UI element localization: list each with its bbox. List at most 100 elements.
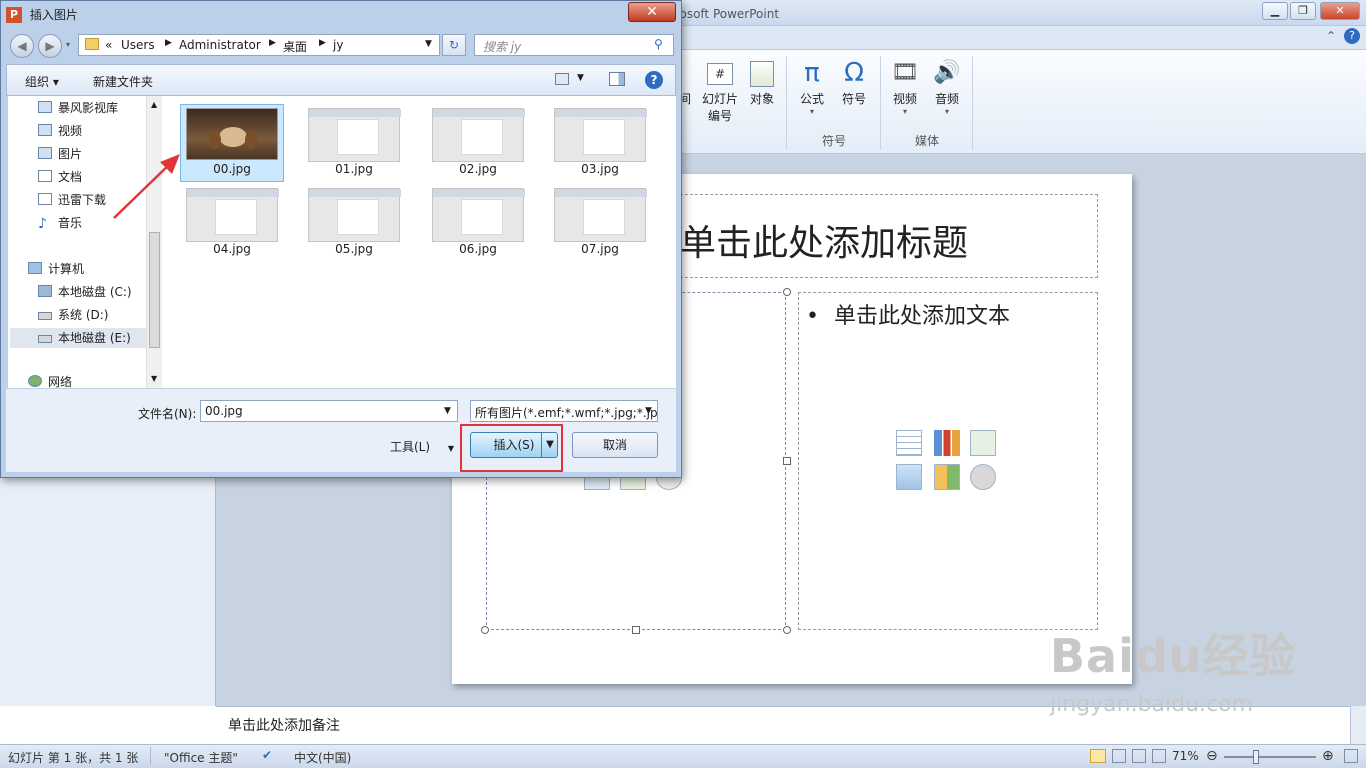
image-thumbnail[interactable] [308, 188, 401, 242]
video-folder-icon [38, 124, 52, 136]
nav-item[interactable]: ♪ 音乐 [38, 213, 82, 233]
zoom-slider-thumb[interactable] [1253, 750, 1259, 764]
breadcrumb-separator-icon[interactable]: ▶ [319, 38, 326, 48]
ribbon-button-audio[interactable]: 🔊 音频 ▾ [926, 56, 968, 116]
image-thumbnail[interactable] [308, 108, 401, 162]
nav-item[interactable]: 图片 [38, 144, 82, 164]
reading-view-icon[interactable] [1132, 749, 1146, 763]
chevron-down-icon[interactable]: ▼ [645, 406, 652, 416]
ribbon-button-slide-number[interactable]: # 幻灯片 编号 [696, 56, 744, 124]
filetype-select[interactable]: 所有图片(*.emf;*.wmf;*.jpg;*.jpeg;*.jfif;*.p… [470, 400, 658, 422]
ribbon-separator [786, 56, 787, 150]
nav-item[interactable]: 计算机 [28, 259, 84, 279]
help-icon[interactable]: ? [645, 71, 663, 89]
status-separator [150, 747, 151, 765]
nav-scrollbar[interactable]: ▲ ▼ [146, 96, 162, 388]
insert-smartart-icon[interactable] [970, 430, 996, 456]
file-name: 05.jpg [335, 242, 373, 256]
body-placeholder-text: • 单击此处添加文本 [806, 304, 1010, 329]
cancel-button[interactable]: 取消 [572, 432, 658, 458]
slide-count: 幻灯片 第 1 张，共 1 张 [8, 751, 139, 765]
scroll-up-icon[interactable]: ▲ [151, 100, 157, 109]
content-placeholder-right[interactable] [798, 292, 1098, 630]
resize-handle[interactable] [783, 288, 791, 296]
normal-view-icon[interactable] [1090, 749, 1106, 763]
scrollbar-thumb[interactable] [149, 232, 160, 348]
refresh-button[interactable]: ↻ [442, 34, 466, 56]
insert-picture-icon[interactable] [896, 464, 922, 490]
breadcrumb-overflow[interactable]: « [105, 38, 112, 52]
zoom-out-icon[interactable]: ⊖ [1206, 748, 1218, 764]
ribbon-button-object[interactable]: 对象 [744, 56, 780, 107]
breadcrumb-separator-icon[interactable]: ▶ [165, 38, 172, 48]
collapse-ribbon-icon[interactable]: ⌃ [1326, 29, 1336, 43]
file-list: 00.jpg 01.jpg 02.jpg 03.jpg 04.jpg 05.jp… [162, 96, 676, 388]
insert-chart-icon[interactable] [934, 430, 960, 456]
close-button[interactable]: ✕ [1320, 2, 1360, 20]
insert-clipart-icon[interactable] [934, 464, 960, 490]
file-name: 01.jpg [335, 162, 373, 176]
dialog-close-button[interactable]: ✕ [628, 2, 676, 22]
scroll-down-icon[interactable]: ▼ [151, 374, 157, 383]
help-icon[interactable]: ? [1344, 28, 1360, 44]
filename-label: 文件名(N): [138, 407, 197, 421]
recent-locations-dropdown[interactable]: ▾ [66, 40, 70, 49]
resize-handle[interactable] [783, 626, 791, 634]
breadcrumb-item[interactable]: 桌面 [283, 38, 307, 55]
dialog-titlebar: P 插入图片 [6, 0, 78, 28]
insert-table-icon[interactable] [896, 430, 922, 456]
ribbon-button-video[interactable]: 🎞 视频 ▾ [884, 56, 926, 116]
organize-menu[interactable]: 组织 ▾ [25, 73, 59, 90]
dialog-title: 插入图片 [29, 7, 78, 22]
spell-check-icon[interactable]: ✔ [262, 748, 272, 762]
slide-sorter-icon[interactable] [1112, 749, 1126, 763]
zoom-level[interactable]: 71% [1172, 749, 1199, 763]
restore-button[interactable]: ❐ [1290, 2, 1316, 20]
nav-item-selected[interactable]: 本地磁盘 (E:) [10, 328, 146, 348]
resize-handle[interactable] [632, 626, 640, 634]
filename-input[interactable]: 00.jpg [200, 400, 458, 422]
nav-item[interactable]: 文档 [38, 167, 82, 187]
resize-handle[interactable] [783, 457, 791, 465]
drive-icon [38, 285, 52, 297]
nav-item[interactable]: 网络 [28, 372, 72, 388]
zoom-slider[interactable] [1224, 756, 1316, 758]
zoom-in-icon[interactable]: ⊕ [1322, 748, 1334, 764]
image-thumbnail[interactable] [186, 188, 279, 242]
fit-to-window-icon[interactable] [1344, 749, 1358, 763]
preview-pane-icon[interactable] [609, 72, 625, 86]
view-options-icon[interactable] [555, 73, 569, 85]
search-icon[interactable]: ⚲ [654, 37, 663, 51]
breadcrumb-separator-icon[interactable]: ▶ [269, 38, 276, 48]
nav-item[interactable]: 暴风影视库 [38, 98, 118, 118]
back-button[interactable]: ◀ [10, 34, 34, 58]
resize-handle[interactable] [481, 626, 489, 634]
forward-button[interactable]: ▶ [38, 34, 62, 58]
minimize-button[interactable]: ▁ [1262, 2, 1288, 20]
slideshow-icon[interactable] [1152, 749, 1166, 763]
status-bar: 幻灯片 第 1 张，共 1 张 "Office 主题" ✔ 中文(中国) 71%… [0, 744, 1366, 768]
breadcrumb-item[interactable]: Users [121, 38, 155, 52]
image-thumbnail[interactable] [432, 188, 525, 242]
nav-item[interactable]: 迅雷下载 [38, 190, 106, 210]
address-bar[interactable]: « Users ▶ Administrator ▶ 桌面 ▶ jy ▼ [78, 34, 440, 56]
breadcrumb-item[interactable]: jy [333, 38, 343, 52]
ribbon-button-equation[interactable]: π 公式 ▾ [792, 56, 832, 116]
search-input[interactable]: 搜索 jy [474, 34, 674, 56]
language[interactable]: 中文(中国) [294, 749, 351, 766]
image-thumbnail[interactable] [554, 188, 647, 242]
breadcrumb-item[interactable]: Administrator [179, 38, 261, 52]
image-thumbnail[interactable] [432, 108, 525, 162]
nav-item[interactable]: 系统 (D:) [38, 305, 108, 325]
view-dropdown-icon[interactable]: ▼ [577, 73, 584, 83]
notes-scrollbar[interactable] [1350, 706, 1366, 744]
tools-menu[interactable]: 工具(L) ▼ [390, 438, 454, 455]
chevron-down-icon[interactable]: ▼ [444, 406, 451, 416]
ribbon-button-symbol[interactable]: Ω 符号 [834, 56, 874, 107]
new-folder-button[interactable]: 新建文件夹 [93, 73, 153, 90]
nav-item[interactable]: 视频 [38, 121, 82, 141]
image-thumbnail[interactable] [554, 108, 647, 162]
chevron-down-icon[interactable]: ▼ [425, 39, 432, 49]
nav-item[interactable]: 本地磁盘 (C:) [38, 282, 132, 302]
insert-media-icon[interactable] [970, 464, 996, 490]
